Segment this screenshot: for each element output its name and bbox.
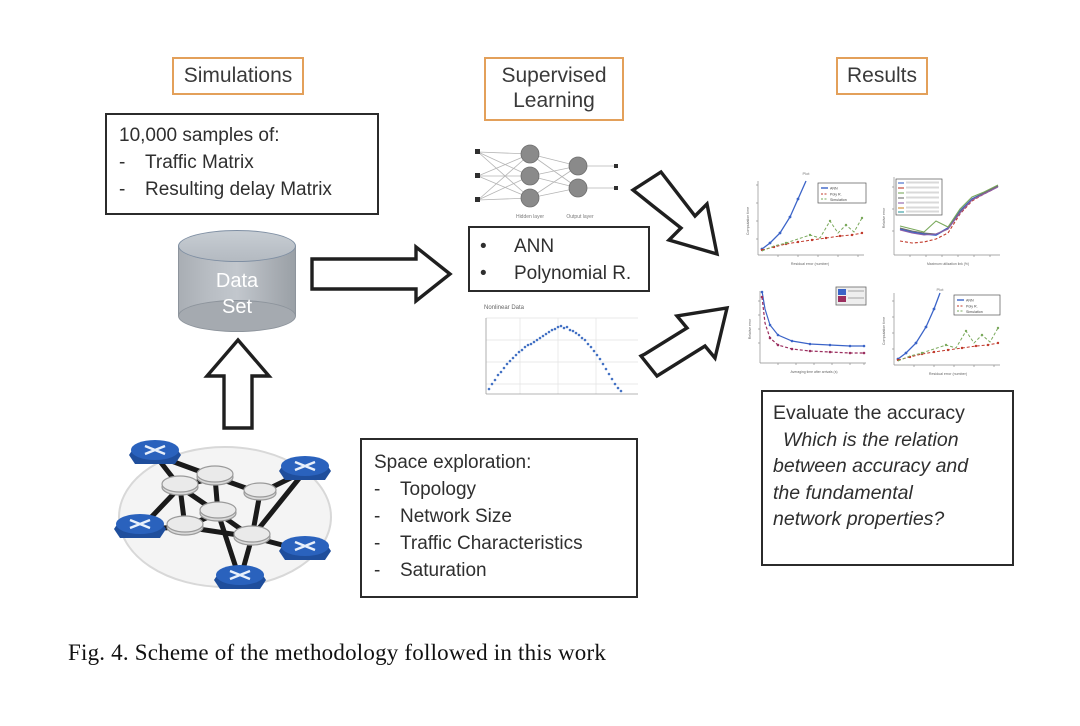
list-label: Network Size: [400, 505, 512, 527]
space-box-item: - Topology: [374, 477, 624, 504]
arrow-dataset-to-learning: [310, 243, 453, 305]
list-marker: -: [374, 478, 381, 500]
svg-text:Simulation: Simulation: [830, 198, 847, 202]
dataset-cylinder: Data Set: [178, 230, 296, 332]
dataset-label-line2: Set: [221, 296, 253, 318]
chart-legend: [835, 286, 867, 306]
list-label: Resulting delay Matrix: [145, 178, 332, 200]
svg-text:Poly R.: Poly R.: [966, 305, 978, 309]
list-label: Traffic Characteristics: [400, 532, 583, 554]
evaluate-line-3: between accuracy and: [773, 455, 969, 478]
header-results-label: Results: [846, 63, 918, 87]
svg-text:ANN: ANN: [830, 187, 838, 191]
chart-nonlinear-scatter: Nonlinear Data: [470, 296, 645, 408]
dataset-label-line1: Data: [215, 270, 259, 292]
space-box-item: - Network Size: [374, 504, 624, 531]
list-label: ANN: [514, 236, 555, 257]
svg-text:Averaging time after arrivals: Averaging time after arrivals (s): [790, 370, 837, 374]
list-marker: -: [119, 151, 126, 173]
chart-results-bottom-right: Plot ANN Poly R. Simulation Residual err…: [874, 283, 1006, 393]
arrow-nn-to-results: [630, 169, 720, 257]
space-exploration-box: Space exploration: - Topology - Network …: [360, 438, 638, 598]
list-marker: -: [374, 532, 381, 554]
evaluate-line-1: Evaluate the accuracy: [773, 402, 965, 424]
svg-text:Maximum utilization link (%): Maximum utilization link (%): [927, 262, 969, 266]
network-topology-graphic: [114, 440, 332, 589]
dataset-label: Data Set: [178, 268, 296, 320]
figure-caption: Fig. 4. Scheme of the methodology follow…: [68, 640, 607, 665]
nn-output-layer-label: Output layer: [566, 214, 594, 220]
svg-text:Simulation: Simulation: [966, 310, 983, 314]
samples-box-item: - Traffic Matrix: [119, 150, 365, 177]
svg-text:Residual error (number): Residual error (number): [791, 262, 829, 266]
methods-box: • ANN • Polynomial R.: [468, 226, 650, 292]
list-marker: •: [480, 262, 487, 284]
svg-text:Computation time: Computation time: [746, 207, 750, 235]
chart-results-top-left: Plot ANN Poly R. Simulation Residual err…: [740, 163, 872, 275]
header-supervised-learning: Supervised Learning: [484, 57, 624, 121]
header-simulations: Simulations: [172, 57, 304, 95]
figure-canvas: Simulations 10,000 samples of: - Traffic…: [0, 0, 1080, 726]
svg-text:Computation time: Computation time: [882, 317, 886, 345]
space-box-title: Space exploration:: [374, 452, 532, 473]
arrow-regression-to-results: [638, 305, 730, 379]
list-label: Topology: [400, 478, 477, 500]
svg-text:Poly R.: Poly R.: [830, 193, 842, 197]
svg-text:ANN: ANN: [966, 299, 974, 303]
space-box-item: - Traffic Characteristics: [374, 531, 624, 558]
chart-legend: ANN Poly R. Simulation: [817, 182, 867, 204]
list-marker: -: [374, 559, 381, 581]
list-label: Polynomial R.: [514, 262, 632, 284]
nn-hidden-layer-label: Hidden layer: [516, 214, 544, 220]
methods-box-item: • ANN: [480, 234, 638, 261]
chart-results-top-right: Maximum utilization link (%) Relative er…: [874, 163, 1006, 275]
header-simulations-label: Simulations: [183, 63, 293, 87]
list-marker: •: [480, 236, 487, 257]
list-label: Saturation: [400, 559, 487, 581]
methods-box-item: • Polynomial R.: [480, 261, 638, 288]
header-supervised-line2: Learning: [513, 89, 595, 112]
chart-title-nonlinear: Nonlinear Data: [484, 305, 525, 311]
neural-network-graphic: Hidden layer Output layer: [475, 144, 618, 220]
header-supervised-line1: Supervised: [501, 64, 607, 88]
chart-legend: ANN Poly R. Simulation: [953, 294, 1001, 316]
evaluate-line-4: the fundamental: [773, 481, 913, 504]
samples-box: 10,000 samples of: - Traffic Matrix - Re…: [105, 113, 379, 215]
space-box-item: - Saturation: [374, 558, 624, 585]
svg-text:Plot: Plot: [803, 171, 811, 176]
svg-text:Plot: Plot: [937, 287, 945, 292]
chart-legend: [895, 178, 943, 216]
svg-text:Relative error: Relative error: [748, 318, 752, 339]
arrow-topology-to-dataset: [203, 337, 273, 430]
svg-text:Relative error: Relative error: [882, 207, 886, 228]
samples-box-title: 10,000 samples of:: [119, 125, 280, 146]
chart-results-bottom-left: Averaging time after arrivals (s) Relati…: [740, 283, 872, 393]
cylinder-top: [178, 230, 296, 262]
list-marker: -: [374, 505, 381, 527]
svg-text:Residual error (number): Residual error (number): [929, 372, 967, 376]
evaluate-line-2: Which is the relation: [783, 428, 959, 451]
list-marker: -: [119, 178, 126, 200]
samples-box-item: - Resulting delay Matrix: [119, 177, 365, 204]
evaluate-line-5: network properties?: [773, 508, 945, 531]
list-label: Traffic Matrix: [145, 151, 254, 173]
evaluate-box: Evaluate the accuracy Which is the relat…: [761, 390, 1014, 566]
header-results: Results: [836, 57, 928, 95]
